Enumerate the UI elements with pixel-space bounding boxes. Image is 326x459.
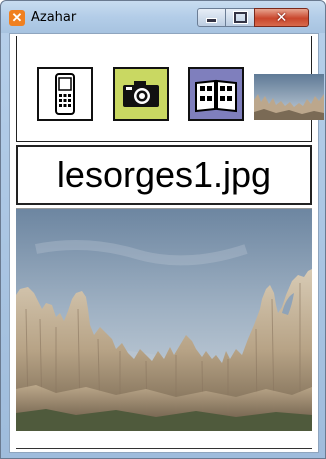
minimize-icon [206, 18, 217, 23]
toolbar [16, 36, 324, 142]
title-bar[interactable]: ✕ Azahar ✕ [1, 1, 325, 33]
phone-button[interactable] [37, 67, 93, 121]
window-title: Azahar [31, 10, 77, 25]
filename-label: lesorges1.jpg [56, 154, 272, 195]
photo-view[interactable] [16, 208, 312, 432]
maximize-icon [233, 12, 247, 23]
client-area: lesorges1.jpg [9, 33, 324, 453]
camera-icon [123, 81, 159, 107]
filename-display: lesorges1.jpg [16, 145, 312, 205]
camera-button[interactable] [113, 67, 169, 121]
app-window: ✕ Azahar ✕ lesorges1.jpg [0, 0, 326, 459]
minimize-button[interactable] [197, 8, 226, 27]
album-button[interactable] [188, 67, 244, 121]
app-logo-icon: ✕ [9, 10, 25, 26]
phone-icon [55, 73, 75, 115]
maximize-button[interactable] [225, 8, 255, 27]
close-button[interactable]: ✕ [254, 8, 309, 27]
status-strip [16, 431, 312, 449]
landscape-photo [16, 209, 312, 431]
thumbnail-image[interactable] [254, 74, 324, 120]
close-icon: ✕ [275, 9, 288, 26]
album-icon [195, 79, 237, 113]
